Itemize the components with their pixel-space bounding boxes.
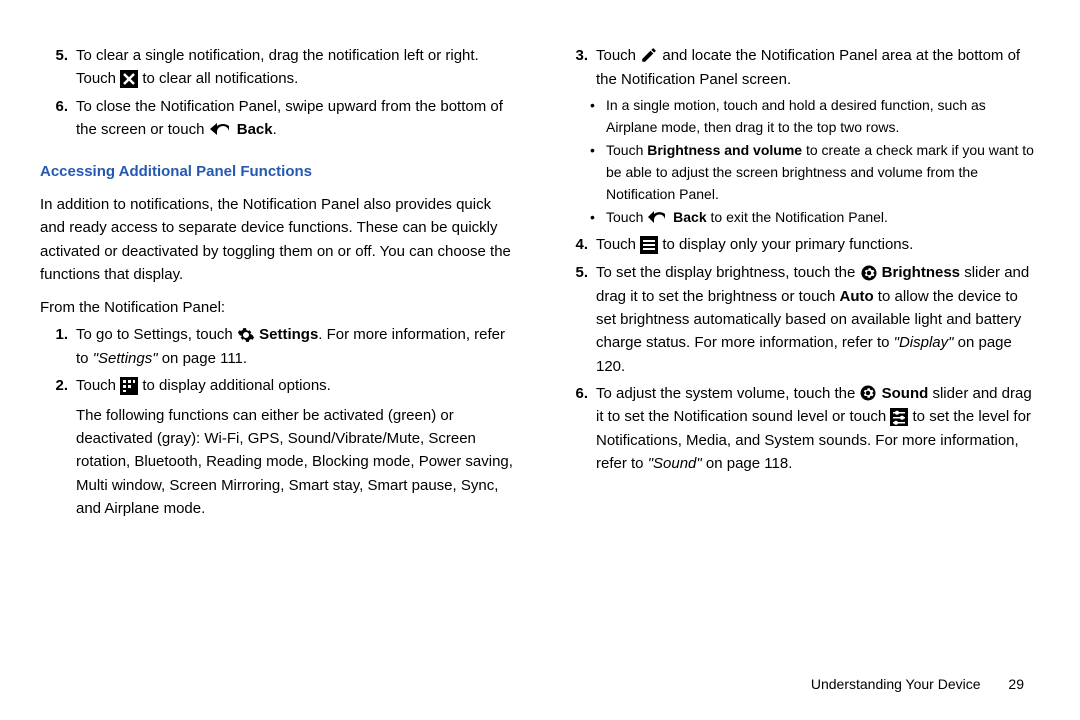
list-item: 5. To set the display brightness, touch …	[560, 261, 1040, 378]
section-heading: Accessing Additional Panel Functions	[40, 160, 520, 183]
item-body: To adjust the system volume, touch the S…	[596, 382, 1040, 476]
text: To set the display brightness, touch the	[596, 264, 860, 281]
brightness-gear-icon	[860, 261, 878, 284]
text: on page 111.	[158, 350, 248, 367]
text: and locate the Notification Panel area a…	[596, 47, 1020, 88]
item-number: 6.	[40, 95, 68, 142]
reference: "Sound"	[648, 455, 702, 472]
edit-pencil-icon	[640, 43, 658, 66]
item-body: Touch to display additional options. The…	[76, 374, 520, 524]
item-body: Touch and locate the Notification Panel …	[596, 44, 1040, 91]
reference: "Display"	[894, 334, 954, 351]
item-number: 6.	[560, 382, 588, 476]
item-body: Touch Brightness and volume to create a …	[606, 140, 1040, 205]
list-collapse-icon	[640, 233, 658, 256]
item-body: To close the Notification Panel, swipe u…	[76, 95, 520, 142]
sub-bullet: • Touch Back to exit the Notification Pa…	[590, 207, 1040, 229]
paragraph: In addition to notifications, the Notifi…	[40, 193, 520, 286]
back-label: Back	[673, 209, 706, 225]
item-number: 5.	[560, 261, 588, 378]
item-body: To clear a single notification, drag the…	[76, 44, 520, 91]
brightness-volume-label: Brightness and volume	[647, 142, 802, 158]
text: Touch	[76, 377, 120, 394]
text: on page 118.	[702, 455, 793, 472]
gear-icon	[237, 323, 255, 346]
bullet-icon: •	[590, 95, 606, 138]
text: To close the Notification Panel, swipe u…	[76, 98, 503, 138]
text: Touch	[596, 47, 640, 64]
close-x-icon	[120, 67, 138, 90]
list-item: 1. To go to Settings, touch Settings. Fo…	[40, 323, 520, 370]
page-number: 29	[1008, 676, 1024, 692]
item-number: 2.	[40, 374, 68, 524]
text: To go to Settings, touch	[76, 326, 237, 343]
brightness-label: Brightness	[882, 264, 960, 281]
text: to display additional options.	[142, 377, 330, 394]
item-number: 4.	[560, 233, 588, 257]
text: In a single motion, touch and hold a des…	[606, 95, 1040, 138]
grid-expand-icon	[120, 374, 138, 397]
right-column: 3. Touch and locate the Notification Pan…	[560, 40, 1040, 528]
reference: "Settings"	[93, 350, 158, 367]
paragraph: From the Notification Panel:	[40, 296, 520, 319]
manual-page: 5. To clear a single notification, drag …	[0, 0, 1080, 720]
sub-bullet: • Touch Brightness and volume to create …	[590, 140, 1040, 205]
auto-label: Auto	[839, 288, 873, 305]
text: Touch	[606, 209, 647, 225]
text: Touch	[606, 142, 647, 158]
item-number: 1.	[40, 323, 68, 370]
list-item: 5. To clear a single notification, drag …	[40, 44, 520, 91]
item-number: 5.	[40, 44, 68, 91]
back-arrow-icon	[209, 118, 233, 141]
item-body: Touch to display only your primary funct…	[596, 233, 913, 257]
list-item: 6. To adjust the system volume, touch th…	[560, 382, 1040, 476]
two-column-layout: 5. To clear a single notification, drag …	[40, 40, 1040, 528]
sliders-icon	[890, 405, 908, 428]
list-item: 6. To close the Notification Panel, swip…	[40, 95, 520, 142]
sound-gear-icon	[859, 381, 877, 404]
back-arrow-icon	[647, 207, 669, 229]
text: To adjust the system volume, touch the	[596, 385, 859, 402]
left-column: 5. To clear a single notification, drag …	[40, 40, 520, 528]
item-number: 3.	[560, 44, 588, 91]
sub-bullet: • In a single motion, touch and hold a d…	[590, 95, 1040, 138]
settings-label: Settings	[259, 326, 318, 343]
text: Touch	[596, 236, 640, 253]
list-item: 4. Touch to display only your primary fu…	[560, 233, 1040, 257]
paragraph: The following functions can either be ac…	[76, 404, 520, 520]
section-title: Understanding Your Device	[811, 676, 981, 692]
text: to exit the Notification Panel.	[707, 209, 888, 225]
text: .	[273, 121, 277, 138]
item-body: Touch Back to exit the Notification Pane…	[606, 207, 888, 229]
text: to display only your primary functions.	[662, 236, 913, 253]
sound-label: Sound	[882, 385, 929, 402]
back-label: Back	[237, 121, 273, 138]
list-item: 2. Touch to display additional options. …	[40, 374, 520, 524]
page-footer: Understanding Your Device 29	[811, 676, 1024, 692]
list-item: 3. Touch and locate the Notification Pan…	[560, 44, 1040, 91]
item-body: To set the display brightness, touch the…	[596, 261, 1040, 378]
item-body: To go to Settings, touch Settings. For m…	[76, 323, 520, 370]
bullet-icon: •	[590, 207, 606, 229]
text: to clear all notifications.	[142, 70, 298, 87]
bullet-icon: •	[590, 140, 606, 205]
